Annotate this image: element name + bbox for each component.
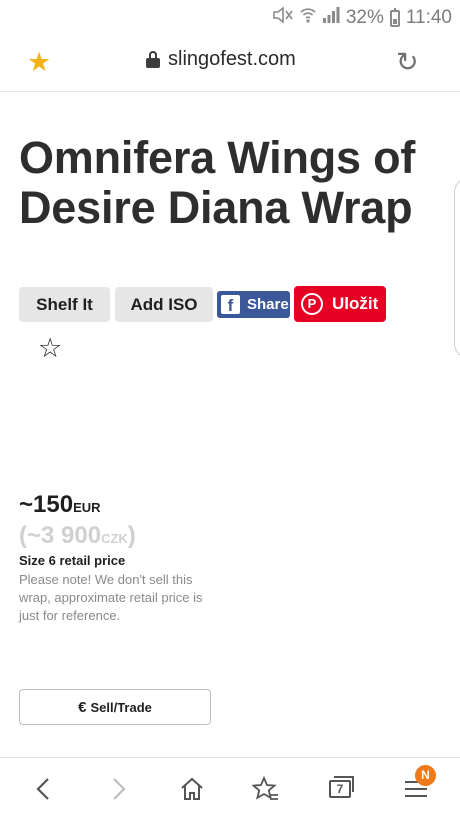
pinterest-icon: P — [301, 293, 323, 315]
lock-icon — [146, 51, 160, 68]
wifi-icon — [300, 6, 316, 30]
pinterest-save-label: Uložit — [332, 294, 379, 313]
facebook-share-label: Share — [247, 296, 289, 313]
price-czk-value: (~3 900 — [19, 522, 102, 549]
edge-panel-handle[interactable] — [454, 178, 460, 358]
address-field[interactable]: slingofest.com — [146, 48, 296, 71]
status-bar: 32% 11:40 — [0, 0, 460, 34]
favorite-star-icon[interactable]: ☆ — [38, 333, 62, 363]
bookmark-star-icon[interactable]: ★ — [27, 47, 51, 77]
shelf-it-button[interactable]: Shelf It — [19, 287, 110, 322]
page-title: Omnifera Wings of Desire Diana Wrap — [19, 132, 416, 233]
url-bar: ★ slingofest.com ↻ — [0, 34, 460, 92]
pinterest-save-button[interactable]: P Uložit — [294, 286, 386, 322]
sell-trade-label: Sell/Trade — [90, 699, 152, 715]
price-eur: ~150EUR — [19, 491, 101, 519]
price-eur-unit: EUR — [73, 500, 101, 515]
mute-icon — [272, 6, 294, 30]
size-retail-label: Size 6 retail price — [19, 553, 126, 568]
facebook-icon: f — [221, 295, 240, 315]
bottom-navigation: 7 — [0, 757, 460, 818]
sell-trade-button[interactable]: € Sell/Trade — [19, 689, 211, 725]
tabs-count: 7 — [329, 776, 354, 798]
price-czk: (~3 900CZK) — [19, 522, 136, 550]
signal-icon — [322, 7, 340, 29]
price-czk-suffix: ) — [127, 522, 136, 549]
facebook-share-button[interactable]: f Share — [217, 291, 290, 318]
bookmarks-icon[interactable] — [246, 769, 286, 809]
back-icon[interactable] — [24, 769, 64, 809]
price-eur-value: ~150 — [19, 491, 74, 518]
reload-icon[interactable]: ↻ — [396, 48, 419, 76]
euro-icon: € — [78, 698, 87, 716]
battery-icon — [389, 7, 400, 27]
home-icon[interactable] — [172, 769, 212, 809]
status-icons: 32% 11:40 — [272, 6, 452, 30]
tabs-icon[interactable]: 7 — [320, 769, 360, 809]
url-domain: slingofest.com — [168, 48, 296, 70]
add-iso-button[interactable]: Add ISO — [115, 287, 213, 322]
clock: 11:40 — [405, 7, 452, 28]
menu-notification-badge: N — [415, 765, 436, 786]
price-czk-unit: CZK — [101, 531, 128, 546]
battery-percent: 32% — [345, 7, 384, 28]
price-note: Please note! We don't sell this wrap, ap… — [19, 572, 203, 623]
forward-icon[interactable] — [98, 769, 138, 809]
